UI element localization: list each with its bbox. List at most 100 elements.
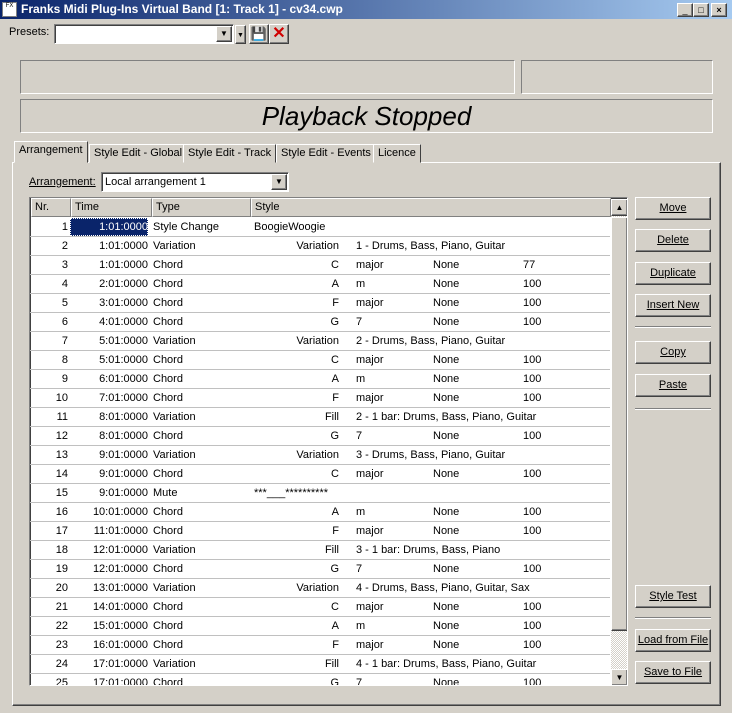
copy-button[interactable]: Copy (635, 341, 711, 364)
cell-style-detail: major (356, 639, 384, 651)
table-row[interactable]: 10 7:01:0000 Chord Fmajor None 100 (30, 389, 610, 408)
cell-style-detail: major (356, 297, 384, 309)
tab-style-edit-track[interactable]: Style Edit - Track (183, 144, 277, 163)
cell-value: 100 (523, 639, 542, 651)
chevron-down-icon[interactable]: ▼ (216, 26, 232, 42)
table-row[interactable]: 7 5:01:0000 Variation Variation 2 - Drums, B… (30, 332, 610, 351)
table-row[interactable]: 5 3:01:0000 Chord Fmajor None 100 (30, 294, 610, 313)
cell-nr: 19 (55, 563, 68, 575)
load-from-file-button[interactable]: Load from File (635, 629, 711, 652)
cell-nr: 9 (61, 373, 68, 385)
arrangement-label: Arrangement: (29, 176, 96, 188)
cell-value: 100 (523, 430, 542, 442)
cell-type: Chord (153, 278, 183, 290)
chevron-down-icon[interactable]: ▼ (271, 174, 287, 190)
presets-menu-button[interactable]: ▼ (235, 25, 246, 44)
table-row[interactable]: 13 9:01:0000 Variation Variation 3 - Drums, … (30, 446, 610, 465)
minimize-button[interactable]: _ (677, 3, 693, 17)
table-row[interactable]: 14 9:01:0000 Chord Cmajor None 100 (30, 465, 610, 484)
cell-style-main: F (332, 392, 339, 404)
table-row[interactable]: 9 6:01:0000 Chord Am None 100 (30, 370, 610, 389)
table-row[interactable]: 24 17:01:0000 Variation Fill 4 - 1 bar: Drum… (30, 655, 610, 674)
cell-style-detail: 4 - Drums, Bass, Piano, Guitar, Sax (356, 582, 530, 594)
table-row[interactable]: 12 8:01:0000 Chord G 7 None 100 (30, 427, 610, 446)
tab-style-edit-global[interactable]: Style Edit - Global (89, 144, 188, 163)
table-row[interactable]: 16 10:01:0000 Chord Am None 100 (30, 503, 610, 522)
cell-style-detail: m (356, 278, 366, 290)
cell-style-main: C (331, 354, 339, 366)
cell-style-detail: major (356, 392, 384, 404)
arrangement-combo[interactable]: Local arrangement 1 ▼ (101, 172, 289, 192)
table-row[interactable]: 8 5:01:0000 Chord Cmajor None 100 (30, 351, 610, 370)
maximize-button[interactable]: □ (693, 3, 709, 17)
duplicate-button[interactable]: Duplicate (635, 262, 711, 285)
cell-value: 100 (523, 563, 542, 575)
close-button[interactable]: × (711, 3, 727, 17)
table-row[interactable]: 2 1:01:0000 Variation Variation 1 - Drums, B… (30, 237, 610, 256)
cell-option: None (433, 563, 460, 575)
cell-style-main: F (332, 297, 339, 309)
insert-new-button[interactable]: Insert New (635, 294, 711, 317)
tab-arrangement[interactable]: Arrangement (14, 141, 88, 163)
arrangement-grid[interactable]: Nr. Time Type Style 1 1:01:0000 Style Chan… (29, 197, 628, 686)
table-row[interactable]: 11 8:01:0000 Variation Fill 2 - 1 bar: Drums… (30, 408, 610, 427)
table-row[interactable]: 6 4:01:0000 Chord G 7 None 100 (30, 313, 610, 332)
table-row[interactable]: 4 2:01:0000 Chord Am None 100 (30, 275, 610, 294)
info-panel-left (20, 60, 515, 94)
cell-value: 100 (523, 373, 542, 385)
cell-nr: 14 (55, 468, 68, 480)
paste-button[interactable]: Paste (635, 374, 711, 397)
delete-preset-button[interactable]: ✕ (269, 24, 289, 44)
tab-style-edit-events[interactable]: Style Edit - Events (276, 144, 376, 163)
app-icon[interactable]: FX (2, 2, 17, 17)
playback-status: Playback Stopped (20, 99, 713, 133)
table-row[interactable]: 3 1:01:0000 Chord Cmajor None 77 (30, 256, 610, 275)
table-row[interactable]: 21 14:01:0000 Chord Cmajor None 100 (30, 598, 610, 617)
cell-time: 12:01:0000 (92, 544, 148, 556)
cell-time: 10:01:0000 (92, 506, 148, 518)
cell-option: None (433, 354, 460, 366)
table-row[interactable]: 23 16:01:0000 Chord Fmajor None 100 (30, 636, 610, 655)
delete-button[interactable]: Delete (635, 229, 711, 252)
column-header-nr[interactable]: Nr. (31, 198, 71, 217)
cell-nr: 3 (61, 259, 68, 271)
table-row[interactable]: 17 11:01:0000 Chord Fmajor None 100 (30, 522, 610, 541)
divider (635, 326, 711, 328)
vertical-scrollbar[interactable]: ▲ ▼ (611, 199, 627, 685)
scroll-up-arrow-icon[interactable]: ▲ (611, 199, 627, 216)
table-row[interactable]: 1 1:01:0000 Style Change BoogieWoogie (30, 218, 610, 237)
tab-licence[interactable]: Licence (373, 144, 421, 163)
scrollbar-thumb[interactable] (611, 217, 627, 631)
cell-style-main: Variation (296, 240, 339, 252)
cell-time: 11:01:0000 (93, 525, 148, 537)
move-button[interactable]: Move (635, 197, 711, 220)
cell-time: 5:01:0000 (99, 335, 148, 347)
cell-option: None (433, 316, 460, 328)
table-row[interactable]: 20 13:01:0000 Variation Variation 4 - Drums,… (30, 579, 610, 598)
column-header-style[interactable]: Style (251, 198, 611, 217)
scroll-down-arrow-icon[interactable]: ▼ (611, 669, 627, 685)
cell-value: 100 (523, 392, 542, 404)
cell-style-main: G (330, 677, 339, 686)
table-row[interactable]: 15 9:01:0000 Mute ***___********** (30, 484, 610, 503)
style-test-button[interactable]: Style Test (635, 585, 711, 608)
cell-value: 100 (523, 468, 542, 480)
table-row[interactable]: 18 12:01:0000 Variation Fill 3 - 1 bar: Drum… (30, 541, 610, 560)
column-header-type[interactable]: Type (152, 198, 251, 217)
cell-style-main: A (331, 506, 339, 518)
cell-type: Chord (153, 373, 183, 385)
cell-nr: 16 (55, 506, 68, 518)
presets-combo[interactable]: ▼ (54, 24, 234, 44)
save-preset-button[interactable]: 💾 (249, 24, 269, 44)
save-to-file-button[interactable]: Save to File (635, 661, 711, 684)
cell-style-detail: major (356, 601, 384, 613)
table-row[interactable]: 19 12:01:0000 Chord G 7 None 100 (30, 560, 610, 579)
cell-type: Chord (153, 601, 183, 613)
table-row[interactable]: 22 15:01:0000 Chord Am None 100 (30, 617, 610, 636)
table-row[interactable]: 25 17:01:0000 Chord G 7 None 100 (30, 674, 610, 686)
column-header-time[interactable]: Time (71, 198, 152, 217)
cell-style-detail: 3 - Drums, Bass, Piano, Guitar (356, 449, 506, 461)
cell-time: 8:01:0000 (99, 411, 148, 423)
cell-nr: 20 (55, 582, 68, 594)
cell-style-main: A (331, 620, 339, 632)
